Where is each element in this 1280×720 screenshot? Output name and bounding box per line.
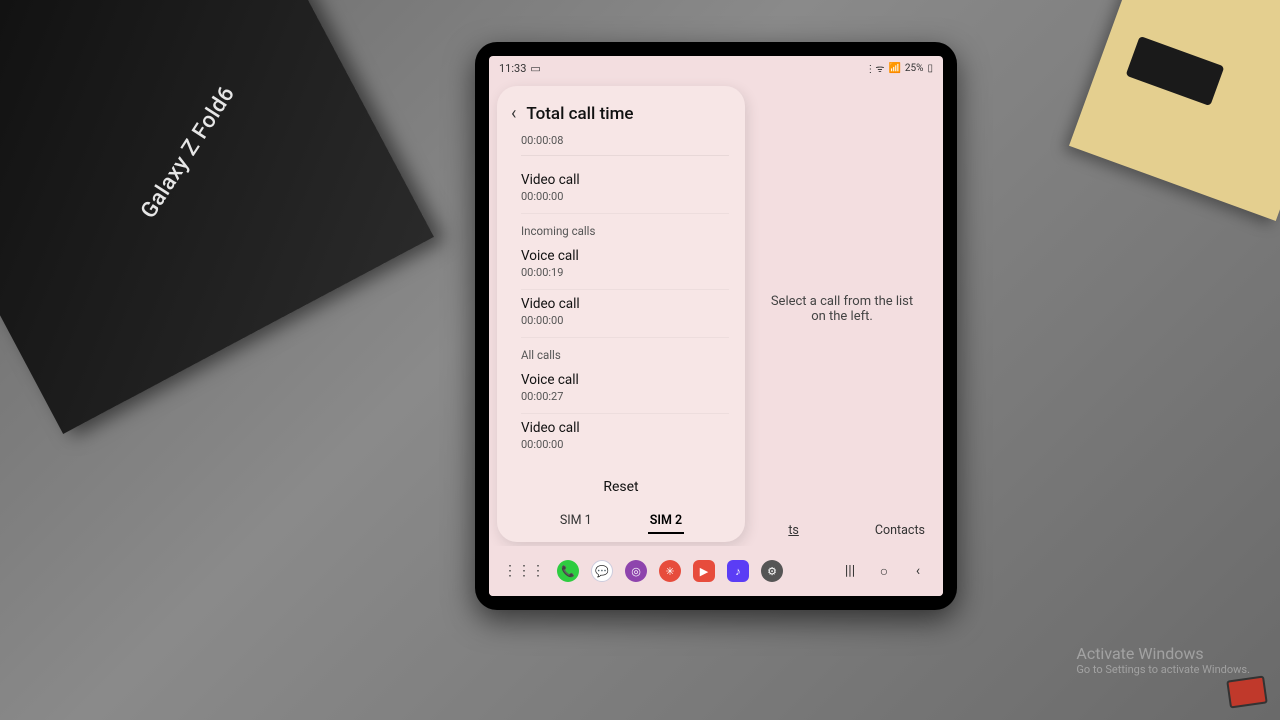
detail-placeholder: Select a call from the list on the left. xyxy=(765,294,919,324)
apps-grid-icon[interactable]: ⋮⋮⋮ xyxy=(503,563,545,579)
item-value: 00:00:00 xyxy=(521,314,729,327)
life-app-icon[interactable]: ✳ xyxy=(659,560,681,582)
call-time-panel: ‹ Total call time 00:00:08 Video call 00… xyxy=(497,86,745,542)
item-value: 00:00:27 xyxy=(521,390,729,403)
all-video-item[interactable]: Video call 00:00:00 xyxy=(521,414,729,461)
detail-pane: Select a call from the list on the left. xyxy=(741,80,943,538)
item-label: Video call xyxy=(521,420,729,436)
reset-button[interactable]: Reset xyxy=(497,465,745,507)
back-nav-icon[interactable]: ‹ xyxy=(907,563,929,579)
home-nav-icon[interactable]: ○ xyxy=(873,563,895,580)
last-call-duration: 00:00:08 xyxy=(521,134,729,156)
item-label: Voice call xyxy=(521,248,729,264)
device-screen: 11:33 ▭ ⋮ᯤ 📶 25% ▯ Select a call from th… xyxy=(489,56,943,596)
bixby-app-icon[interactable]: ◎ xyxy=(625,560,647,582)
incoming-voice-item[interactable]: Voice call 00:00:19 xyxy=(521,242,729,290)
settings-app-icon[interactable]: ⚙ xyxy=(761,560,783,582)
section-all: All calls xyxy=(521,338,729,366)
item-label: Video call xyxy=(521,172,729,188)
item-value: 00:00:00 xyxy=(521,438,729,451)
calendar-icon: ▭ xyxy=(530,62,540,75)
incoming-video-item[interactable]: Video call 00:00:00 xyxy=(521,290,729,338)
item-value: 00:00:00 xyxy=(521,190,729,203)
tray-recorder-icon[interactable] xyxy=(1226,675,1268,708)
watermark-title: Activate Windows xyxy=(1076,644,1250,663)
tablet-device: 11:33 ▭ ⋮ᯤ 📶 25% ▯ Select a call from th… xyxy=(475,42,957,610)
all-voice-item[interactable]: Voice call 00:00:27 xyxy=(521,366,729,414)
item-label: Voice call xyxy=(521,372,729,388)
watermark-subtitle: Go to Settings to activate Windows. xyxy=(1076,663,1250,676)
status-battery: 25% xyxy=(905,63,924,74)
sim1-tab[interactable]: SIM 1 xyxy=(560,513,592,528)
tab-contacts[interactable]: Contacts xyxy=(875,523,925,538)
outgoing-video-item[interactable]: Video call 00:00:00 xyxy=(521,166,729,214)
back-icon[interactable]: ‹ xyxy=(511,105,516,123)
product-box-prop xyxy=(0,0,434,434)
panel-scroll[interactable]: 00:00:08 Video call 00:00:00 Incoming ca… xyxy=(497,132,745,465)
messages-app-icon[interactable]: 💬 xyxy=(591,560,613,582)
status-time: 11:33 xyxy=(499,62,526,75)
recents-nav-icon[interactable]: ||| xyxy=(839,563,861,579)
wooden-prop xyxy=(1069,0,1280,221)
signal-icon: 📶 xyxy=(888,63,900,74)
panel-title: Total call time xyxy=(526,104,633,124)
item-value: 00:00:19 xyxy=(521,266,729,279)
status-bar: 11:33 ▭ ⋮ᯤ 📶 25% ▯ xyxy=(489,56,943,80)
taskbar: ⋮⋮⋮ 📞 💬 ◎ ✳ ▶ ♪ ⚙ ||| ○ ‹ xyxy=(489,546,943,596)
windows-watermark: Activate Windows Go to Settings to activ… xyxy=(1076,644,1250,676)
app-bottom-tabs: ts Contacts xyxy=(788,523,925,538)
battery-icon: ▯ xyxy=(927,63,933,74)
wifi-icon: ⋮ᯤ xyxy=(865,61,884,75)
tab-recents-peek[interactable]: ts xyxy=(788,523,799,538)
sim2-tab[interactable]: SIM 2 xyxy=(650,513,682,528)
music-app-icon[interactable]: ♪ xyxy=(727,560,749,582)
section-incoming: Incoming calls xyxy=(521,214,729,242)
phone-app-icon[interactable]: 📞 xyxy=(557,560,579,582)
sim-tabs: SIM 1 SIM 2 xyxy=(497,507,745,542)
item-label: Video call xyxy=(521,296,729,312)
video-app-icon[interactable]: ▶ xyxy=(693,560,715,582)
